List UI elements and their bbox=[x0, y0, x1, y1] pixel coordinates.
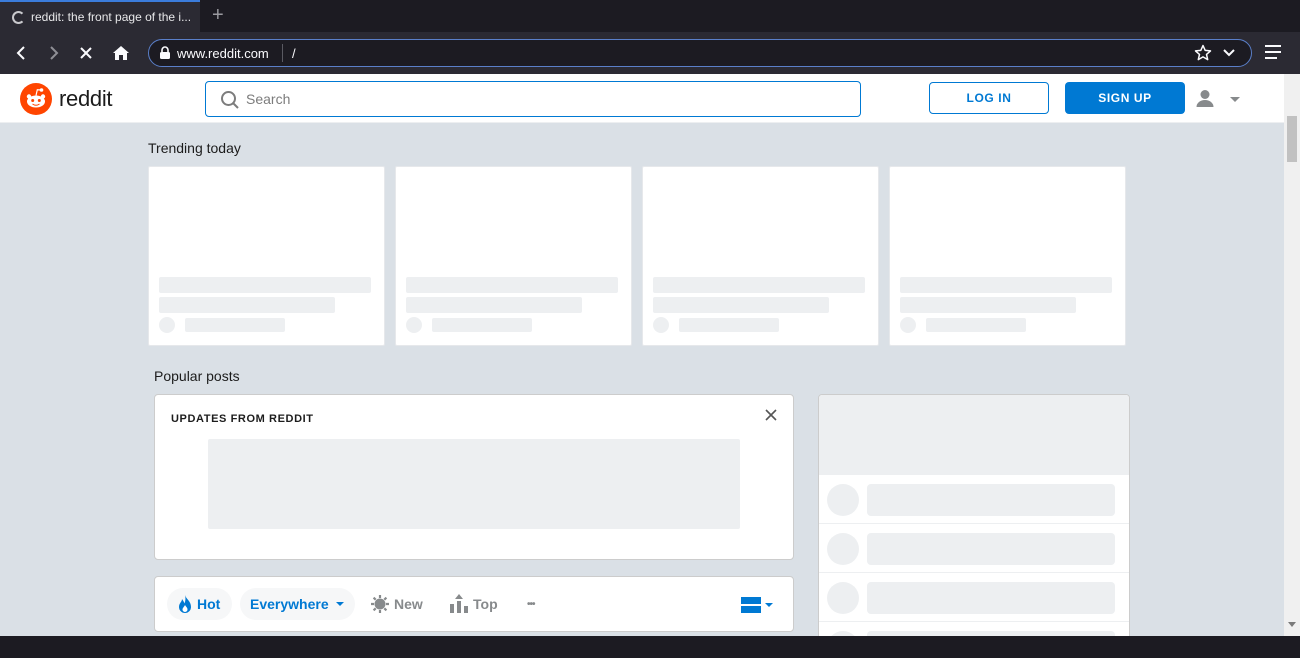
trending-card[interactable] bbox=[395, 166, 632, 346]
skeleton-line bbox=[406, 297, 582, 313]
skeleton-avatar bbox=[653, 317, 669, 333]
sidebar-row bbox=[819, 524, 1129, 573]
brand-wordmark[interactable]: reddit bbox=[59, 86, 113, 112]
sidebar-banner-placeholder bbox=[819, 395, 1129, 475]
url-divider bbox=[282, 44, 283, 62]
stop-button[interactable] bbox=[74, 41, 98, 65]
skeleton-line bbox=[653, 277, 865, 293]
site-header: reddit LOG IN SIGN UP bbox=[0, 74, 1284, 123]
search-box[interactable] bbox=[205, 81, 861, 117]
address-bar[interactable]: www.reddit.com / bbox=[148, 39, 1252, 67]
skeleton-avatar bbox=[827, 533, 859, 565]
browser-bottom-bar bbox=[0, 636, 1300, 658]
sidebar-row bbox=[819, 475, 1129, 524]
skeleton-avatar bbox=[827, 582, 859, 614]
user-icon bbox=[1196, 90, 1214, 107]
sort-bar: Hot Everywhere New Top ••• bbox=[154, 576, 794, 632]
browser-tab-active[interactable]: reddit: the front page of the i... bbox=[0, 0, 200, 32]
location-label: Everywhere bbox=[250, 596, 329, 612]
chevron-down-icon[interactable] bbox=[1222, 46, 1236, 60]
tab-title: reddit: the front page of the i... bbox=[31, 10, 192, 24]
forward-icon bbox=[50, 46, 59, 60]
location-dropdown[interactable]: Everywhere bbox=[240, 588, 355, 620]
card-view-icon bbox=[741, 597, 773, 613]
sort-hot-label: Hot bbox=[197, 596, 221, 612]
top-icon bbox=[450, 594, 468, 613]
hamburger-icon[interactable] bbox=[1265, 45, 1281, 59]
trending-card[interactable] bbox=[642, 166, 879, 346]
skeleton-line bbox=[406, 277, 618, 293]
back-icon bbox=[16, 46, 25, 60]
sort-hot-button[interactable]: Hot bbox=[167, 588, 233, 620]
skeleton-line bbox=[900, 297, 1076, 313]
skeleton-line bbox=[867, 582, 1115, 614]
sort-top-button[interactable]: Top bbox=[449, 588, 504, 620]
home-button[interactable] bbox=[109, 41, 133, 65]
signup-button[interactable]: SIGN UP bbox=[1065, 82, 1185, 114]
trending-card[interactable] bbox=[889, 166, 1126, 346]
url-path[interactable]: / bbox=[292, 46, 296, 61]
sidebar-row bbox=[819, 622, 1129, 636]
skeleton-line bbox=[900, 277, 1112, 293]
reddit-logo-icon[interactable] bbox=[20, 83, 52, 115]
star-icon[interactable] bbox=[1194, 44, 1212, 62]
url-host: www.reddit.com bbox=[177, 46, 269, 61]
page-viewport: reddit LOG IN SIGN UP Trending today bbox=[0, 74, 1284, 636]
skeleton-line bbox=[159, 297, 335, 313]
spinner-icon bbox=[12, 10, 25, 24]
updates-card: UPDATES FROM REDDIT bbox=[154, 394, 794, 560]
skeleton-line bbox=[867, 484, 1115, 516]
skeleton-line bbox=[185, 318, 285, 332]
trending-title: Trending today bbox=[148, 140, 241, 156]
lock-icon bbox=[160, 46, 170, 59]
skeleton-line bbox=[653, 297, 829, 313]
skeleton-line bbox=[159, 277, 371, 293]
updates-title: UPDATES FROM REDDIT bbox=[171, 413, 314, 425]
skeleton-avatar bbox=[159, 317, 175, 333]
user-dropdown[interactable] bbox=[1194, 86, 1246, 112]
skeleton-avatar bbox=[900, 317, 916, 333]
skeleton-line bbox=[926, 318, 1026, 332]
browser-nav-bar: www.reddit.com / bbox=[0, 32, 1300, 74]
search-input[interactable] bbox=[246, 83, 846, 115]
page-scrollbar[interactable] bbox=[1284, 74, 1300, 636]
forward-button[interactable] bbox=[42, 41, 66, 65]
flame-icon bbox=[179, 595, 191, 613]
more-options-button[interactable]: ••• bbox=[523, 588, 539, 620]
sun-icon bbox=[371, 595, 389, 613]
sort-new-label: New bbox=[394, 596, 423, 612]
browser-tab-bar: reddit: the front page of the i... + bbox=[0, 0, 1300, 32]
sidebar-card bbox=[818, 394, 1130, 636]
search-icon bbox=[221, 91, 239, 109]
trending-card[interactable] bbox=[148, 166, 385, 346]
skeleton-line bbox=[679, 318, 779, 332]
view-toggle[interactable] bbox=[741, 597, 775, 613]
scrollbar-thumb[interactable] bbox=[1287, 116, 1297, 162]
stop-icon bbox=[80, 47, 92, 59]
close-icon[interactable] bbox=[765, 409, 777, 421]
back-button[interactable] bbox=[9, 41, 33, 65]
new-tab-button[interactable]: + bbox=[212, 5, 224, 25]
skeleton-line bbox=[867, 533, 1115, 565]
chevron-down-icon bbox=[335, 602, 344, 606]
sidebar-row bbox=[819, 573, 1129, 622]
updates-banner-placeholder bbox=[208, 439, 740, 529]
chevron-down-icon bbox=[1230, 97, 1240, 102]
skeleton-avatar bbox=[827, 484, 859, 516]
scroll-down-arrow[interactable] bbox=[1288, 622, 1296, 627]
skeleton-avatar bbox=[406, 317, 422, 333]
home-icon bbox=[113, 46, 129, 60]
popular-title: Popular posts bbox=[154, 368, 240, 384]
sort-new-button[interactable]: New bbox=[368, 588, 429, 620]
skeleton-line bbox=[432, 318, 532, 332]
sort-top-label: Top bbox=[473, 596, 498, 612]
login-button[interactable]: LOG IN bbox=[929, 82, 1049, 114]
